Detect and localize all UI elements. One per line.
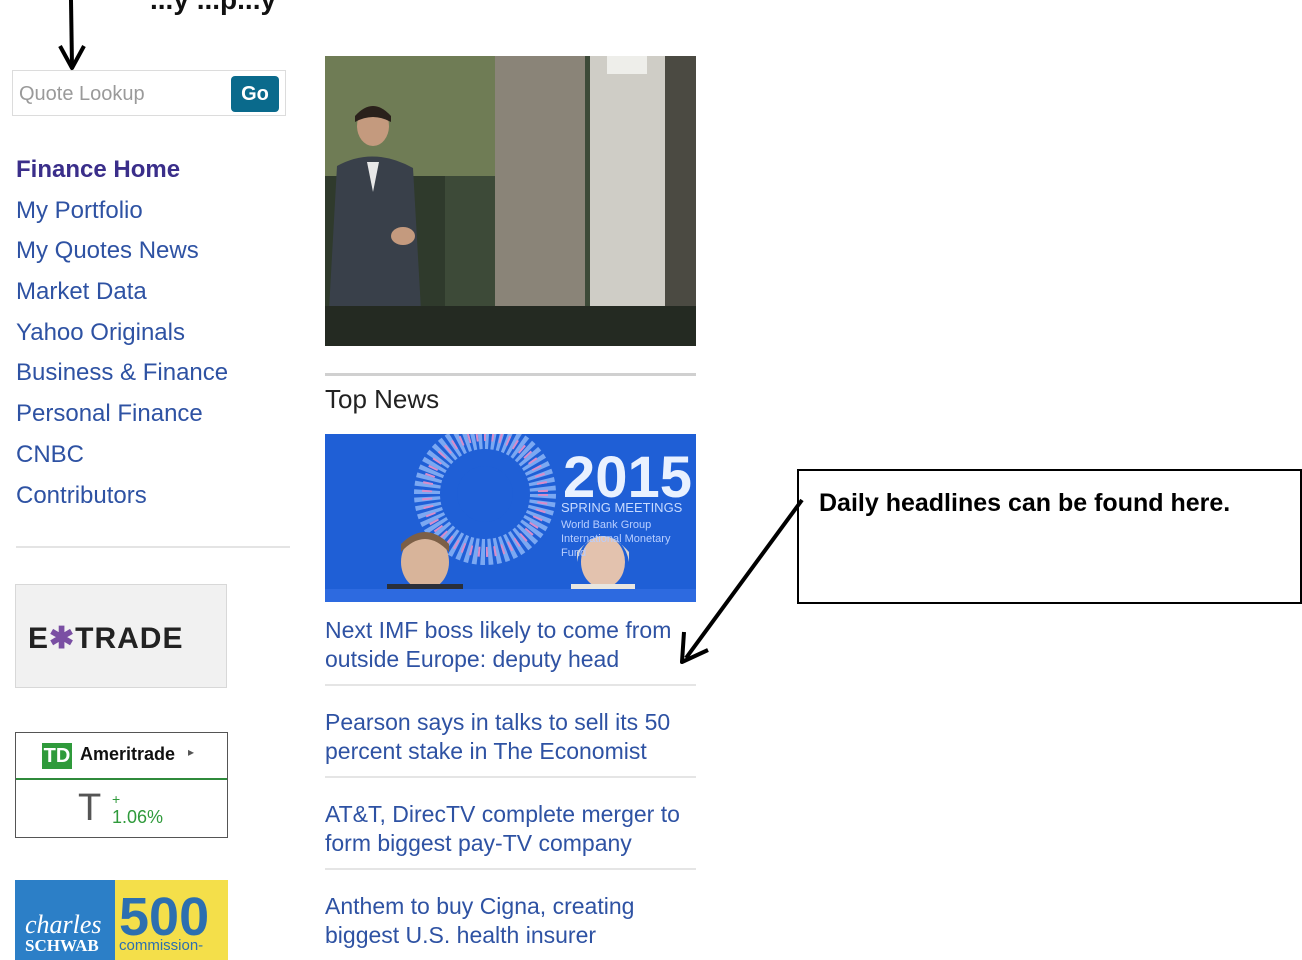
quote-lookup-box: Go <box>12 70 286 116</box>
callout-text: Daily headlines can be found here. <box>819 489 1231 517</box>
headline-item[interactable]: Pearson says in talks to sell its 50 per… <box>325 686 696 778</box>
headline-line[interactable]: Anthem to buy Cigna, creating <box>325 892 696 921</box>
etrade-star-icon: ✱ <box>49 622 76 655</box>
etrade-ad[interactable]: E✱TRADE <box>15 584 227 688</box>
nav-my-quotes-news[interactable]: My Quotes News <box>16 231 286 272</box>
headline-line[interactable]: Next IMF boss likely to come from <box>325 616 696 645</box>
headline-item[interactable]: Next IMF boss likely to come from outsid… <box>325 612 696 686</box>
nav-my-portfolio[interactable]: My Portfolio <box>16 191 286 232</box>
td-ameritrade-ad[interactable]: TD Ameritrade ▸ T + 1.06% <box>15 732 228 838</box>
headline-line[interactable]: AT&T, DirecTV complete merger to <box>325 800 696 829</box>
quote-lookup-input[interactable] <box>17 79 221 109</box>
ticker-change: 1.06% <box>112 807 164 827</box>
td-logo: TD <box>42 743 72 769</box>
top-news-photo[interactable]: 2015 SPRING MEETINGS World Bank Group Int… <box>325 434 696 602</box>
hero-photo-illustration <box>325 56 696 346</box>
headline-list: Next IMF boss likely to come from outsid… <box>325 612 696 960</box>
go-button[interactable]: Go <box>231 76 279 112</box>
schwab-tagline: commission- <box>119 937 204 954</box>
nav-market-data[interactable]: Market Data <box>16 272 286 313</box>
nav-cnbc[interactable]: CNBC <box>16 435 286 476</box>
top-news-title: Top News <box>325 384 440 414</box>
arrow-down-icon <box>58 0 86 70</box>
headline-line[interactable]: biggest U.S. health insurer <box>325 921 696 950</box>
headlines-callout: Daily headlines can be found here. <box>797 469 1302 604</box>
headline-line[interactable]: Pearson says in talks to sell its 50 <box>325 708 696 737</box>
td-header: TD Ameritrade ▸ <box>16 733 227 780</box>
headline-line[interactable]: form biggest pay-TV company <box>325 829 696 858</box>
schwab-ad[interactable]: charles SCHWAB 500 commission- <box>15 880 228 960</box>
nav-divider <box>16 546 290 548</box>
annotation-heading: ...y ...p...y <box>150 0 276 16</box>
nav-contributors[interactable]: Contributors <box>16 476 286 517</box>
nav-business-finance[interactable]: Business & Finance <box>16 353 286 394</box>
news-photo-org: World Bank Group International Monetary F… <box>561 519 671 559</box>
nav-yahoo-originals[interactable]: Yahoo Originals <box>16 313 286 354</box>
change-sign: + <box>112 791 121 807</box>
arrow-to-headlines-icon <box>680 498 804 664</box>
play-arrow-icon: ▸ <box>188 745 195 759</box>
finance-nav: Finance Home My Portfolio My Quotes News… <box>16 150 286 516</box>
nav-finance-home[interactable]: Finance Home <box>16 150 286 191</box>
schwab-caps-logo: SCHWAB <box>25 936 99 955</box>
etrade-logo: E✱TRADE <box>28 622 184 655</box>
ticker-symbol: T <box>78 787 102 829</box>
news-photo-caption: SPRING MEETINGS <box>561 500 683 515</box>
headline-item[interactable]: AT&T, DirecTV complete merger to form bi… <box>325 778 696 870</box>
headline-line[interactable]: outside Europe: deputy head <box>325 645 696 674</box>
nav-personal-finance[interactable]: Personal Finance <box>16 394 286 435</box>
hero-photo[interactable] <box>325 56 696 346</box>
td-brand-name: Ameritrade <box>80 744 176 764</box>
headline-line[interactable]: percent stake in The Economist <box>325 737 696 766</box>
top-news-divider <box>325 373 696 376</box>
headline-item[interactable]: Anthem to buy Cigna, creating biggest U.… <box>325 870 696 960</box>
